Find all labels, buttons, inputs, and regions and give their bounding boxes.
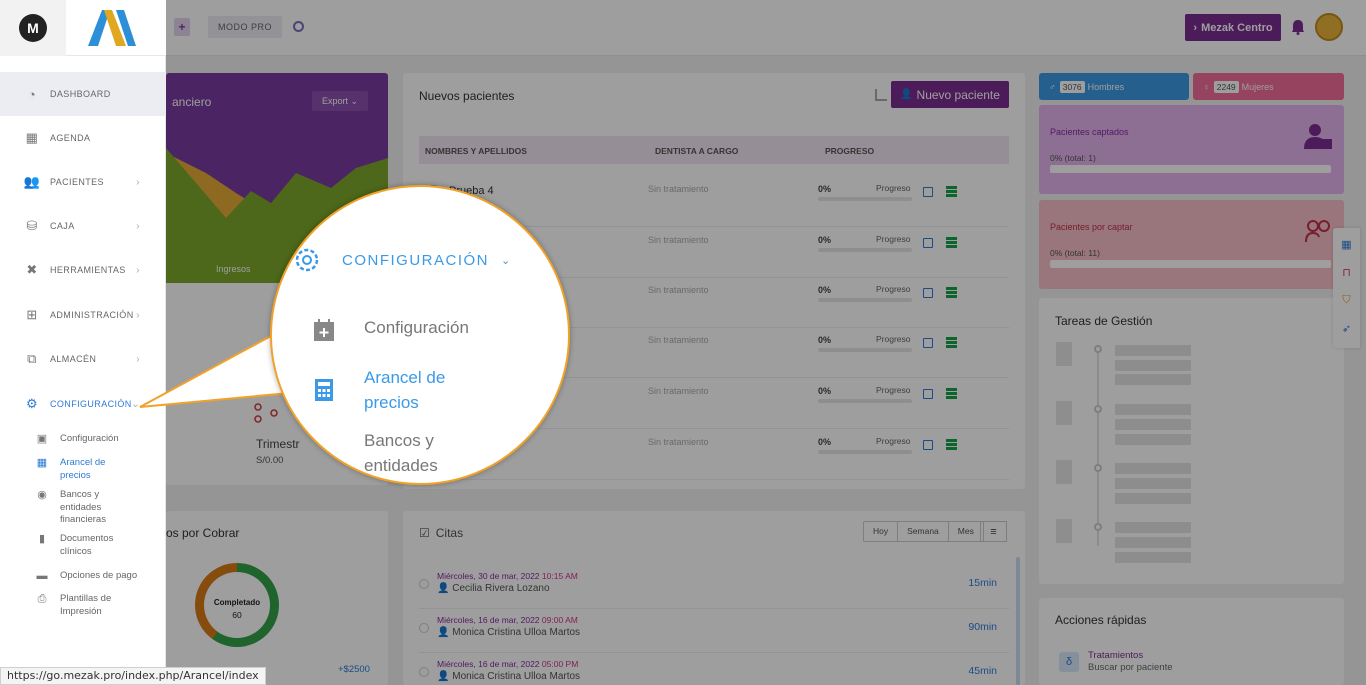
sidebar-item-caja[interactable]: ⛁ CAJA › <box>0 204 166 248</box>
calculator-icon: ▦ <box>36 457 48 469</box>
chevron-right-icon: › <box>136 220 140 232</box>
sidebar-item-label: AGENDA <box>50 133 91 143</box>
sidebar-subitem-bancos[interactable]: ◉ Bancos y entidades financieras <box>0 489 166 527</box>
sidebar-item-label: CONFIGURACIÓN <box>50 399 132 409</box>
sidebar-subitem-opciones-pago[interactable]: ▬ Opciones de pago <box>0 570 166 583</box>
cubes-icon: ⧉ <box>27 351 37 366</box>
sidebar-item-label: ALMACÉN <box>50 354 97 364</box>
sidebar-subitem-label: Configuración <box>60 433 119 444</box>
coins-icon: ⛁ <box>26 218 38 233</box>
sitemap-icon: ⊞ <box>26 307 38 322</box>
status-url: https://go.mezak.pro/index.php/Arancel/i… <box>0 667 266 685</box>
sidebar-item-almacen[interactable]: ⧉ ALMACÉN › <box>0 337 166 381</box>
piggy-bank-icon: ◉ <box>37 489 47 501</box>
users-icon: 👥 <box>23 174 41 189</box>
sidebar-item-administracion[interactable]: ⊞ ADMINISTRACIÓN › <box>0 293 166 337</box>
sidebar-item-label: DASHBOARD <box>50 89 111 99</box>
sidebar-subitem-label: Arancel de precios <box>60 457 106 481</box>
sidebar-item-pacientes[interactable]: 👥 PACIENTES › <box>0 160 166 204</box>
sidebar-item-configuracion[interactable]: ⚙ CONFIGURACIÓN ⌄ <box>0 382 166 426</box>
sidebar-item-label: ADMINISTRACIÓN <box>50 310 134 320</box>
logo-m[interactable]: M <box>0 0 66 56</box>
credit-card-icon: ▬ <box>36 570 48 582</box>
gear-icon: ⚙ <box>25 396 39 411</box>
sidebar-item-label: PACIENTES <box>50 177 104 187</box>
sidebar-subitem-documentos[interactable]: ▮ Documentos clínicos <box>0 533 166 558</box>
chevron-right-icon: › <box>136 176 140 188</box>
sidebar-subitem-label: Documentos clínicos <box>60 533 114 557</box>
chevron-right-icon: › <box>136 264 140 276</box>
sidebar-item-label: HERRAMIENTAS <box>50 265 126 275</box>
sidebar-subitem-label: Opciones de pago <box>60 570 138 581</box>
calendar-plus-icon: ▣ <box>36 433 48 445</box>
logo-m-letter: M <box>19 14 47 42</box>
sidebar-subitem-plantillas[interactable]: ⎙ Plantillas de Impresión <box>0 593 166 618</box>
sidebar-subitem-configuracion[interactable]: ▣ Configuración <box>0 433 166 446</box>
sidebar-subitem-label: Plantillas de Impresión <box>60 593 112 617</box>
sidebar-subitem-label: Bancos y entidades financieras <box>60 489 106 525</box>
chevron-down-icon: ⌄ <box>131 398 140 410</box>
sidebar-subitem-arancel[interactable]: ▦ Arancel de precios <box>0 457 110 482</box>
sidebar-item-herramientas[interactable]: ✖ HERRAMIENTAS › <box>0 248 166 292</box>
chevron-right-icon: › <box>136 309 140 321</box>
dim-overlay <box>166 0 1366 685</box>
pie-chart-icon: ◔ <box>27 86 37 102</box>
sidebar-item-label: CAJA <box>50 221 75 231</box>
sidebar-item-agenda[interactable]: ▦ AGENDA <box>0 116 166 160</box>
sidebar: ◔ DASHBOARD ▦ AGENDA 👥 PACIENTES › ⛁ CAJ… <box>0 56 166 685</box>
sidebar-item-dashboard[interactable]: ◔ DASHBOARD <box>0 72 166 116</box>
chevron-right-icon: › <box>136 353 140 365</box>
printer-icon: ⎙ <box>37 593 47 605</box>
brand-logo-icon[interactable] <box>86 10 138 46</box>
clipboard-icon: ▮ <box>38 533 46 545</box>
calendar-icon: ▦ <box>25 130 39 145</box>
tools-icon: ✖ <box>26 262 38 277</box>
